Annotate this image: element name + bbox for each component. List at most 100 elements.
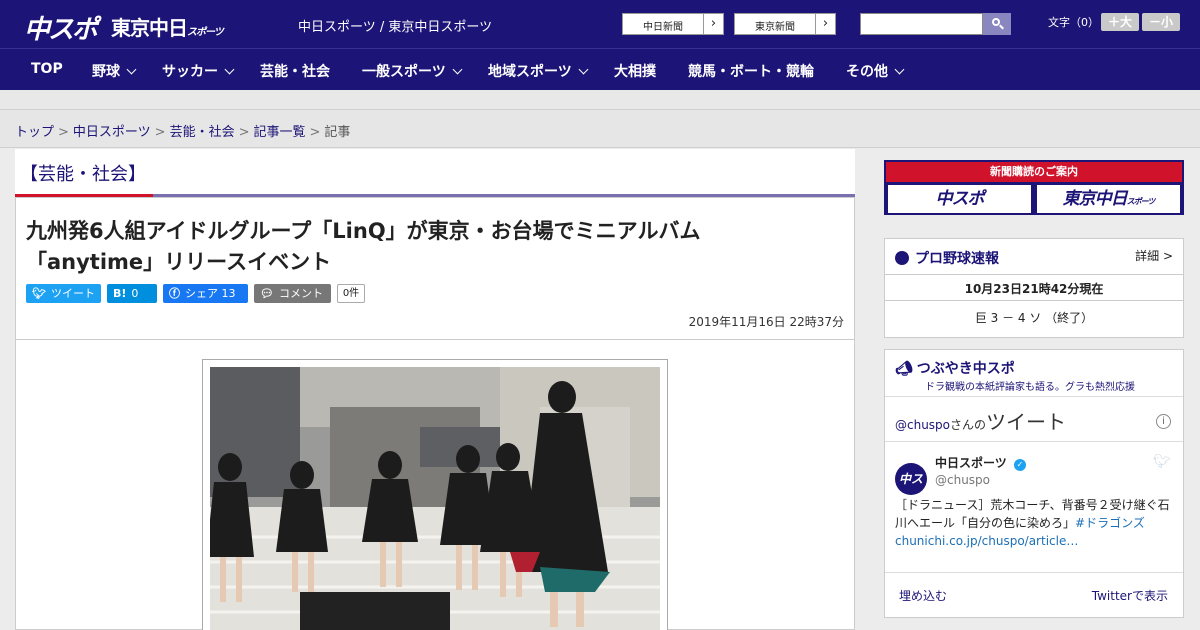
subscribe-chuspo[interactable]: 中スポ xyxy=(888,185,1031,213)
twitter-bird-icon[interactable]: 🐦︎ xyxy=(1153,454,1171,470)
breadcrumb-separator: > xyxy=(58,125,69,140)
nav-item-label: 競馬・ボート・競輪 xyxy=(688,64,814,80)
font-size-label: 文字（0） xyxy=(1048,16,1099,29)
baseball-widget-title-text: プロ野球速報 xyxy=(915,251,999,267)
facebook-share-count: 13 xyxy=(221,287,236,300)
breadcrumb-bar: トップ > 中日スポーツ > 芸能・社会 > 記事一覧 > 記事 xyxy=(0,110,1200,148)
site-links[interactable]: 中日スポーツ / 東京中日スポーツ xyxy=(298,16,492,35)
divider xyxy=(885,274,1183,275)
breadcrumb-chuspo[interactable]: 中日スポーツ xyxy=(73,125,151,140)
comment-label: コメント xyxy=(278,287,323,300)
breadcrumb: トップ > 中日スポーツ > 芸能・社会 > 記事一覧 > 記事 xyxy=(15,121,350,140)
subscribe-tokyo-chunichi-sub: スポーツ xyxy=(1126,197,1156,206)
tokyo-chunichi-logo[interactable]: 東京中日スポーツ xyxy=(111,12,224,41)
spacer-strip xyxy=(0,90,1200,110)
hatena-count: 0 xyxy=(131,287,139,300)
breadcrumb-current: 記事 xyxy=(324,125,351,140)
verified-badge-icon: ✓ xyxy=(1013,459,1026,471)
nav-item-label: その他 xyxy=(846,64,888,80)
tweets-label: ツイート xyxy=(986,410,1067,434)
baseball-timestamp: 10月23日21時42分現在 xyxy=(964,282,1104,296)
chunichi-shimbun-button[interactable]: 中日新聞 › xyxy=(622,13,724,35)
tweets-handle[interactable]: @chuspo xyxy=(895,418,950,432)
tokyo-shimbun-label: 東京新聞 xyxy=(755,22,795,33)
baseball-score-widget: プロ野球速報 詳細 > 10月23日21時42分現在 巨 3 － 4 ソ （終了… xyxy=(884,238,1184,338)
chevron-down-icon xyxy=(452,64,463,75)
breadcrumb-article-list[interactable]: 記事一覧 xyxy=(254,125,306,140)
facebook-share-button[interactable]: ⓕ シェア 13 xyxy=(163,284,248,303)
baseball-score[interactable]: 巨 3 － 4 ソ （終了） xyxy=(885,309,1183,326)
tweet-account-handle[interactable]: @chuspo xyxy=(935,473,990,487)
top-header: 中スポ 東京中日スポーツ 中日スポーツ / 東京中日スポーツ 中日新聞 › 東京… xyxy=(0,0,1200,48)
nav-item-label: 一般スポーツ xyxy=(362,64,446,80)
divider xyxy=(885,300,1183,301)
info-icon[interactable]: i xyxy=(1156,414,1171,429)
tweet-account-name-text: 中日スポーツ xyxy=(935,456,1007,470)
tweet-account-name[interactable]: 中日スポーツ ✓ xyxy=(935,454,1026,471)
chevron-down-icon xyxy=(578,64,589,75)
article-category: 【芸能・社会】 xyxy=(20,164,146,185)
chevron-right-icon: › xyxy=(703,14,723,34)
font-smaller-button[interactable]: －小 xyxy=(1142,13,1180,31)
nav-item-baseball[interactable]: 野球 xyxy=(92,61,137,81)
tweet-body: ［ドラニュース］荒木コーチ、背番号２受け継ぐ石川へエール「自分の色に染めろ」#ド… xyxy=(895,496,1177,550)
hatena-bookmark-button[interactable]: B! 0 xyxy=(107,284,157,303)
subscribe-tokyo-chunichi[interactable]: 東京中日スポーツ xyxy=(1037,185,1180,213)
baseball-widget-title: プロ野球速報 xyxy=(895,248,999,268)
tweet-label: ツイート xyxy=(50,287,95,300)
article-photo[interactable] xyxy=(210,367,660,630)
view-on-twitter-link[interactable]: Twitterで表示 xyxy=(1092,587,1168,604)
breadcrumb-entertainment[interactable]: 芸能・社会 xyxy=(170,125,235,140)
chunichi-shimbun-label: 中日新聞 xyxy=(643,22,683,33)
nav-item-other[interactable]: その他 xyxy=(846,61,905,81)
tweet-link[interactable]: chunichi.co.jp/chuspo/article… xyxy=(895,534,1078,548)
article-title: 九州発6人組アイドルグループ「LinQ」が東京・お台場でミニアルバム 「anyt… xyxy=(26,216,816,278)
tweet-button[interactable]: 🐦︎ ツイート xyxy=(26,284,101,303)
font-larger-button[interactable]: ＋大 xyxy=(1101,13,1139,31)
nav-item-label: 大相撲 xyxy=(614,64,656,80)
chuspo-logo[interactable]: 中スポ xyxy=(24,9,98,46)
card-divider xyxy=(16,339,854,340)
tsubuyaki-subtitle: ドラ観戦の本紙評論家も語る。グラも熱烈応援 xyxy=(925,382,1135,393)
article-title-line2: 「anytime」リリースイベント xyxy=(26,250,332,274)
article-title-line1: 九州発6人組アイドルグループ「LinQ」が東京・お台場でミニアルバム xyxy=(26,219,701,243)
nav-item-label: TOP xyxy=(31,61,63,77)
tweet-hashtag[interactable]: #ドラゴンズ xyxy=(1075,516,1145,530)
subscription-banner[interactable]: 新聞購読のご案内 中スポ 東京中日スポーツ xyxy=(884,160,1184,215)
nav-item-general-sports[interactable]: 一般スポーツ xyxy=(362,61,463,81)
comment-button[interactable]: 💬︎ コメント xyxy=(254,284,331,303)
tokyo-shimbun-button[interactable]: 東京新聞 › xyxy=(734,13,836,35)
baseball-detail-link[interactable]: 詳細 > xyxy=(1135,247,1173,264)
nav-item-top[interactable]: TOP xyxy=(31,61,63,77)
breadcrumb-top[interactable]: トップ xyxy=(15,125,54,140)
tsubuyaki-title: 📣︎ つぶやき中スポ xyxy=(895,358,1015,378)
search-button[interactable] xyxy=(983,13,1011,35)
embed-link[interactable]: 埋め込む xyxy=(899,587,947,604)
article-date: 2019年11月16日 22時37分 xyxy=(688,315,844,329)
nav-item-local-sports[interactable]: 地域スポーツ xyxy=(488,61,589,81)
nav-item-soccer[interactable]: サッカー xyxy=(162,61,235,81)
breadcrumb-separator: > xyxy=(238,125,250,140)
comment-count: 0件 xyxy=(337,284,365,303)
avatar[interactable]: 中スポ xyxy=(895,463,927,518)
subscription-banner-label: 新聞購読のご案内 xyxy=(886,162,1182,182)
tokyo-chunichi-logo-text: 東京中日 xyxy=(111,16,188,40)
chevron-down-icon xyxy=(894,64,905,75)
divider xyxy=(885,572,1183,573)
nav-item-sumo[interactable]: 大相撲 xyxy=(614,61,656,81)
search-input[interactable] xyxy=(860,13,983,35)
concert-photo-illustration xyxy=(210,367,660,630)
nav-item-racing[interactable]: 競馬・ボート・競輪 xyxy=(688,61,814,81)
breadcrumb-separator: > xyxy=(309,125,321,140)
nav-item-label: 野球 xyxy=(92,64,120,80)
tweets-heading: @chuspoさんのツイート xyxy=(895,406,1066,435)
article-card: 九州発6人組アイドルグループ「LinQ」が東京・お台場でミニアルバム 「anyt… xyxy=(15,197,855,630)
facebook-share-label: シェア xyxy=(185,287,218,300)
subscribe-tokyo-chunichi-text: 東京中日 xyxy=(1062,189,1128,209)
tsubuyaki-title-text: つぶやき中スポ xyxy=(916,361,1015,377)
nav-item-label: サッカー xyxy=(162,64,218,80)
speech-bubble-icon: 💬︎ xyxy=(260,287,274,300)
main-nav: TOP 野球 サッカー 芸能・社会 一般スポーツ 地域スポーツ 大相撲 競馬・ボ… xyxy=(0,48,1200,90)
divider xyxy=(885,441,1183,442)
nav-item-entertainment[interactable]: 芸能・社会 xyxy=(260,61,330,81)
